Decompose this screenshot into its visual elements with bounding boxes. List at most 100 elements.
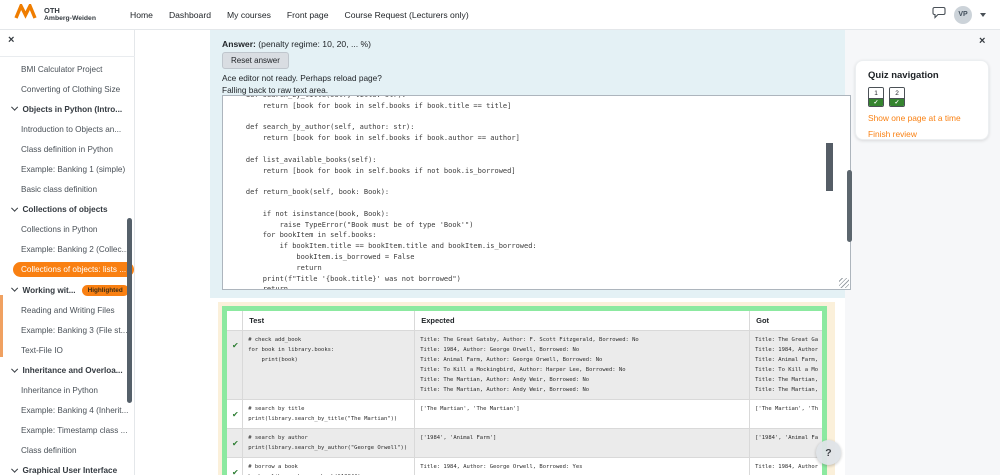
sidebar-item[interactable]: Reading and Writing Files — [0, 300, 135, 320]
highlighted-badge: Highlighted — [82, 285, 129, 296]
nav-link-home[interactable]: Home — [130, 10, 153, 20]
nav-link-my-courses[interactable]: My courses — [227, 10, 271, 20]
test-cell: # search by author print(library.search_… — [248, 433, 409, 453]
question-1-button[interactable]: 1 ✓ — [868, 87, 884, 107]
user-avatar[interactable]: VP — [954, 6, 972, 24]
oth-logo-icon — [14, 4, 38, 25]
test-results-table: Test Expected Got ✔ # check add_book for… — [222, 306, 827, 475]
show-one-page-link[interactable]: Show one page at a time — [868, 113, 976, 123]
quiz-navigation-card: Quiz navigation 1 ✓ 2 ✓ Show one page at… — [855, 60, 989, 140]
question-2-button[interactable]: 2 ✓ — [889, 87, 905, 107]
expected-cell: Title: The Great Gatsby, Author: F. Scot… — [420, 335, 744, 395]
check-icon: ✔ — [232, 468, 239, 475]
reset-answer-button[interactable]: Reset answer — [222, 52, 289, 69]
quiz-navigation-title: Quiz navigation — [868, 70, 976, 81]
test-cell: # check add_book for book in library.boo… — [248, 335, 409, 365]
sidebar-item[interactable]: Class definition — [0, 441, 135, 461]
nav-link-course-request[interactable]: Course Request (Lecturers only) — [345, 10, 469, 20]
sidebar-divider — [0, 56, 135, 57]
help-icon[interactable]: ? — [816, 440, 841, 465]
sidebar-item[interactable]: Example: Timestamp class ... — [0, 421, 135, 441]
brand-logo[interactable]: OTH Amberg-Weiden — [0, 4, 96, 25]
question-answer-block: Answer: (penalty regime: 10, 20, ... %) … — [210, 30, 845, 298]
question-buttons: 1 ✓ 2 ✓ — [868, 87, 976, 107]
sidebar-item[interactable]: Converting of Clothing Size — [0, 79, 135, 99]
expected-cell: ['The Martian', 'The Martian'] — [420, 404, 744, 414]
sidebar-item[interactable]: Example: Banking 2 (Collec... — [0, 240, 135, 260]
check-icon: ✓ — [869, 99, 883, 107]
chevron-down-icon[interactable] — [980, 13, 986, 17]
sidebar-item[interactable]: Basic class definition — [0, 180, 135, 200]
fallback-warning-text: Falling back to raw text area. — [222, 85, 328, 95]
expected-cell: ['1984', 'Animal Farm'] — [420, 433, 744, 443]
close-icon[interactable]: × — [979, 36, 985, 47]
sidebar-item[interactable]: BMI Calculator Project — [0, 59, 135, 79]
got-cell: Title: 1984, Author — [755, 462, 817, 472]
sidebar-item-active[interactable]: Collections of objects: lists ... — [0, 260, 135, 280]
test-column-header: Test — [243, 309, 415, 331]
sidebar-section[interactable]: Objects in Python (Intro... — [0, 99, 135, 119]
question-number: 1 — [869, 88, 883, 99]
nav-links: Home Dashboard My courses Front page Cou… — [130, 10, 469, 20]
test-cell: # borrow a book book = library.borrow_bo… — [248, 462, 409, 475]
finish-review-link[interactable]: Finish review — [868, 129, 976, 139]
sidebar-section[interactable]: Inheritance and Overloa... — [0, 360, 135, 380]
chevron-down-icon — [11, 105, 17, 111]
textarea-scrollbar[interactable] — [826, 143, 833, 191]
sidebar-section[interactable]: Graphical User Interface — [0, 461, 135, 475]
sidebar-section[interactable]: Collections of objects — [0, 200, 135, 220]
got-cell: ['The Martian', 'Th — [755, 404, 817, 414]
navbar-right: VP — [932, 6, 1000, 24]
close-icon[interactable]: × — [8, 35, 14, 46]
sidebar-section-highlighted[interactable]: Working wit...Highlighted — [0, 280, 135, 300]
check-icon: ✔ — [232, 341, 239, 350]
got-column-header: Got — [750, 309, 825, 331]
messages-icon[interactable] — [932, 6, 946, 24]
answer-label: Answer: — [222, 39, 256, 49]
penalty-regime-text: (penalty regime: 10, 20, ... %) — [258, 39, 371, 49]
resize-grip[interactable] — [839, 278, 849, 288]
sidebar-item[interactable]: Example: Banking 1 (simple) — [0, 159, 135, 179]
content-scrollbar[interactable] — [847, 170, 852, 242]
sidebar-scrollbar[interactable] — [127, 218, 132, 403]
chevron-down-icon — [11, 366, 17, 372]
check-icon: ✔ — [232, 410, 239, 419]
sidebar-item[interactable]: Introduction to Objects an... — [0, 119, 135, 139]
top-navbar: OTH Amberg-Weiden Home Dashboard My cour… — [0, 0, 1000, 30]
chevron-down-icon — [11, 466, 17, 472]
question-number: 2 — [890, 88, 904, 99]
course-index-list: BMI Calculator Project Converting of Clo… — [0, 59, 135, 475]
table-row: ✔ # check add_book for book in library.b… — [225, 331, 825, 400]
table-row: ✔ # borrow a book book = library.borrow_… — [225, 458, 825, 475]
test-results-outcome: Test Expected Got ✔ # check add_book for… — [218, 302, 835, 475]
nav-link-front-page[interactable]: Front page — [287, 10, 329, 20]
check-icon: ✓ — [890, 99, 904, 107]
table-row: ✔ # search by title print(library.search… — [225, 400, 825, 429]
brand-text: OTH Amberg-Weiden — [44, 7, 96, 22]
sidebar-item[interactable]: Example: Banking 3 (File st... — [0, 320, 135, 340]
chevron-down-icon — [11, 205, 17, 211]
got-cell: ['1984', 'Animal Fa — [755, 433, 817, 443]
answer-code: def search_by_title(self, title: str): r… — [229, 95, 850, 290]
status-column-header — [225, 309, 243, 331]
sidebar-item[interactable]: Class definition in Python — [0, 139, 135, 159]
sidebar-item[interactable]: Example: Banking 4 (Inherit... — [0, 401, 135, 421]
check-icon: ✔ — [232, 439, 239, 448]
sidebar-item[interactable]: Inheritance in Python — [0, 381, 135, 401]
test-cell: # search by title print(library.search_b… — [248, 404, 409, 424]
course-index-drawer: × BMI Calculator Project Converting of C… — [0, 30, 135, 475]
answer-heading: Answer: (penalty regime: 10, 20, ... %) — [222, 39, 371, 49]
got-cell: Title: The Great Ga Title: 1984, Author … — [755, 335, 817, 395]
sidebar-item[interactable]: Collections in Python — [0, 220, 135, 240]
page: OTH Amberg-Weiden Home Dashboard My cour… — [0, 0, 1000, 475]
expected-cell: Title: 1984, Author: George Orwell, Borr… — [420, 462, 744, 472]
sidebar-item[interactable]: Text-File IO — [0, 340, 135, 360]
ace-warning-text: Ace editor not ready. Perhaps reload pag… — [222, 73, 382, 83]
brand-line2: Amberg-Weiden — [44, 15, 96, 22]
brand-line1: OTH — [44, 7, 96, 15]
table-row: ✔ # search by author print(library.searc… — [225, 429, 825, 458]
results-header-row: Test Expected Got — [225, 309, 825, 331]
expected-column-header: Expected — [415, 309, 750, 331]
answer-textarea[interactable]: def search_by_title(self, title: str): r… — [222, 95, 851, 290]
nav-link-dashboard[interactable]: Dashboard — [169, 10, 211, 20]
